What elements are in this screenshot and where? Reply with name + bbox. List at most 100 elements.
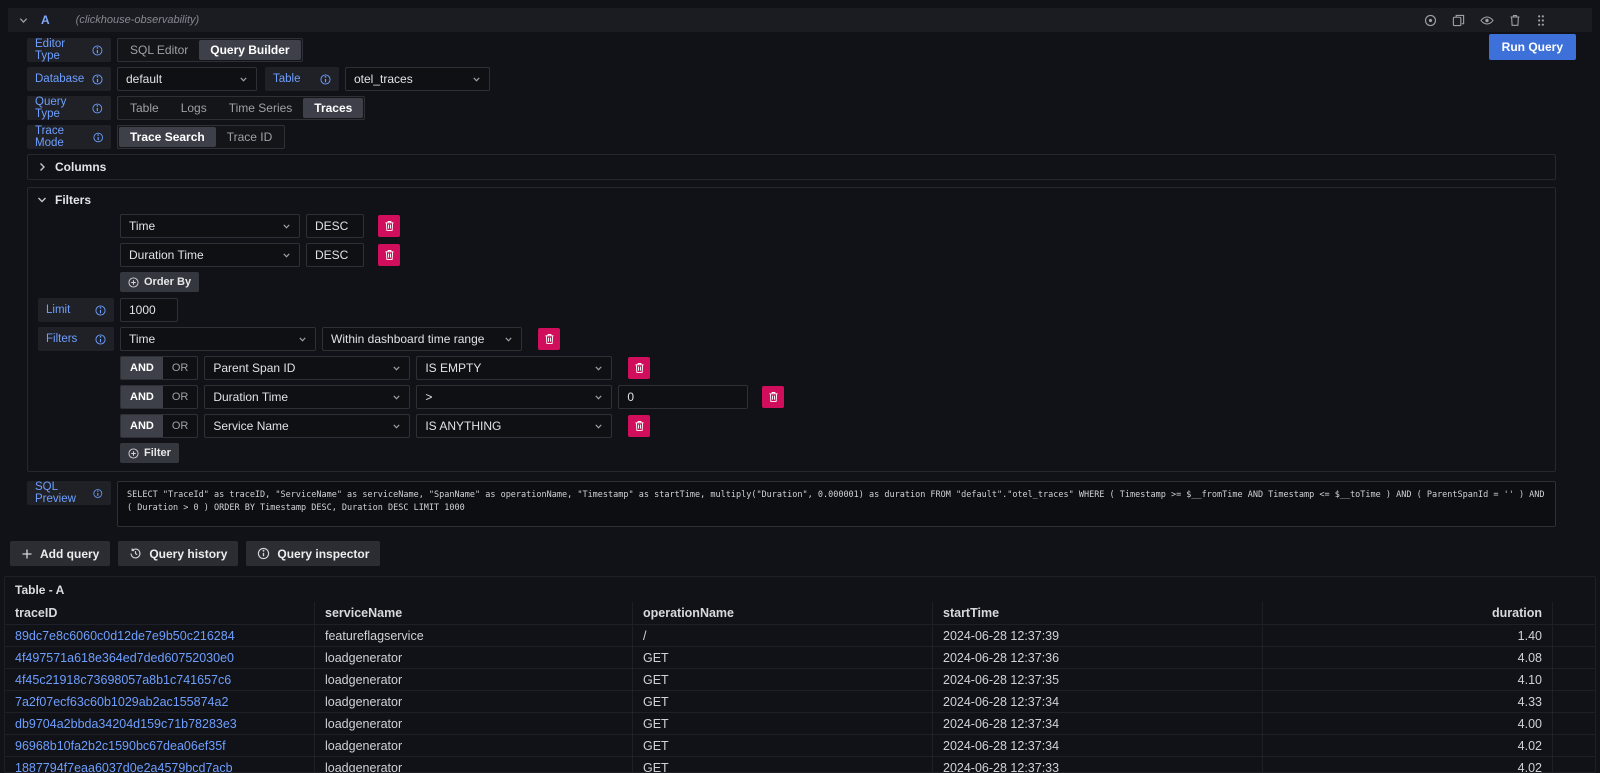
- order-by-field-select[interactable]: Time: [120, 214, 300, 238]
- trace-id-link[interactable]: 1887794f7eaa6037d0e2a4579bcd7acb: [15, 761, 233, 773]
- remove-filter-button[interactable]: [628, 357, 650, 379]
- info-icon: [95, 334, 106, 345]
- info-circle-icon: [257, 547, 270, 560]
- order-by-direction-select[interactable]: DESC: [306, 243, 364, 267]
- trash-icon: [544, 333, 555, 345]
- columns-section-header[interactable]: Columns: [28, 155, 1555, 179]
- time-filter-field-select[interactable]: Time: [120, 327, 316, 351]
- trace-id-link[interactable]: 4f45c21918c73698057a8b1c741657c6: [15, 673, 231, 687]
- info-icon: [320, 74, 331, 85]
- filter-field-select[interactable]: Service Name: [204, 414, 410, 438]
- column-header-starttime[interactable]: startTime: [933, 602, 1263, 624]
- segment-option[interactable]: SQL Editor: [119, 40, 199, 60]
- trace-id-link[interactable]: 89dc7e8c6060c0d12de7e9b50c216284: [15, 629, 235, 643]
- column-header-duration[interactable]: duration: [1263, 602, 1553, 624]
- remove-filter-button[interactable]: [628, 415, 650, 437]
- columns-section-title: Columns: [55, 160, 106, 174]
- circle-dot-icon[interactable]: [1424, 14, 1437, 27]
- segment-option[interactable]: Time Series: [218, 98, 304, 118]
- column-header-traceid[interactable]: traceID: [5, 602, 315, 624]
- add-query-button[interactable]: Add query: [10, 541, 110, 566]
- duration-cell: 4.00: [1263, 713, 1553, 735]
- remove-order-by-button[interactable]: [378, 244, 400, 266]
- sql-preview-label: SQL Preview: [27, 481, 111, 505]
- table-label: Table: [265, 67, 339, 91]
- filter-condition-row: AND OR Service Name IS ANYTHING: [38, 414, 1545, 438]
- segment-option[interactable]: Logs: [170, 98, 218, 118]
- limit-input[interactable]: [120, 298, 178, 322]
- chevron-down-icon: [239, 75, 248, 84]
- filter-operator-select[interactable]: IS EMPTY: [416, 356, 612, 380]
- and-or-toggle[interactable]: AND OR: [120, 385, 198, 409]
- drag-handle-icon[interactable]: [1536, 14, 1546, 27]
- segment-option[interactable]: Traces: [303, 98, 363, 118]
- query-footer: Add query Query history Query inspector: [8, 535, 1592, 566]
- remove-query-trash-icon[interactable]: [1509, 14, 1521, 27]
- trace-id-link[interactable]: 7a2f07ecf63c60b1029ab2ac155874a2: [15, 695, 228, 709]
- chevron-down-icon: [354, 222, 355, 231]
- chevron-down-icon: [282, 251, 291, 260]
- operation-name-cell: GET: [633, 757, 933, 773]
- start-time-cell: 2024-06-28 12:37:35: [933, 669, 1263, 691]
- filter-operator-select[interactable]: IS ANYTHING: [416, 414, 612, 438]
- columns-section: Columns: [27, 154, 1556, 180]
- operation-name-cell: GET: [633, 735, 933, 757]
- segment-option[interactable]: Trace Search: [119, 127, 216, 147]
- filters-section-header[interactable]: Filters: [28, 188, 1555, 212]
- operation-name-cell: GET: [633, 669, 933, 691]
- filter-field-select[interactable]: Parent Span ID: [204, 356, 410, 380]
- run-query-button[interactable]: Run Query: [1489, 34, 1576, 60]
- remove-time-filter-button[interactable]: [538, 328, 560, 350]
- remove-filter-button[interactable]: [762, 386, 784, 408]
- or-option[interactable]: OR: [163, 357, 198, 379]
- service-name-cell: loadgenerator: [315, 691, 633, 713]
- chevron-down-icon: [392, 364, 401, 373]
- table-row: 4f497571a618e364ed7ded60752030e0 loadgen…: [5, 646, 1595, 668]
- query-type-switch: TableLogsTime SeriesTraces: [117, 96, 365, 120]
- filters-section-title: Filters: [55, 193, 91, 207]
- chevron-down-icon: [392, 393, 401, 402]
- and-or-toggle[interactable]: AND OR: [120, 356, 198, 380]
- or-option[interactable]: OR: [163, 386, 198, 408]
- trace-id-link[interactable]: db9704a2bbda34204d159c71b78283e3: [15, 717, 237, 731]
- query-history-button[interactable]: Query history: [118, 541, 238, 566]
- filters-label-text: Filters: [46, 333, 77, 345]
- service-name-cell: loadgenerator: [315, 669, 633, 691]
- filter-operator-select[interactable]: >: [416, 385, 612, 409]
- trace-id-link[interactable]: 4f497571a618e364ed7ded60752030e0: [15, 651, 234, 665]
- time-filter-operator-select[interactable]: Within dashboard time range: [322, 327, 522, 351]
- filter-value-input[interactable]: 0: [618, 385, 748, 409]
- database-select[interactable]: default: [117, 67, 257, 91]
- chevron-down-icon: [282, 222, 291, 231]
- segment-option[interactable]: Query Builder: [199, 40, 300, 60]
- add-filter-button[interactable]: Filter: [120, 443, 179, 463]
- remove-order-by-button[interactable]: [378, 215, 400, 237]
- filter-field-select[interactable]: Duration Time: [204, 385, 410, 409]
- info-icon: [93, 488, 103, 499]
- and-option[interactable]: AND: [121, 415, 163, 437]
- order-by-direction-select[interactable]: DESC: [306, 214, 364, 238]
- hide-response-eye-icon[interactable]: [1480, 14, 1494, 27]
- column-header-operationname[interactable]: operationName: [633, 602, 933, 624]
- segment-option[interactable]: Table: [119, 98, 170, 118]
- collapse-query-icon[interactable]: [18, 15, 29, 26]
- and-or-toggle[interactable]: AND OR: [120, 414, 198, 438]
- segment-option[interactable]: Trace ID: [216, 127, 284, 147]
- or-option[interactable]: OR: [163, 415, 198, 437]
- and-option[interactable]: AND: [121, 357, 163, 379]
- duration-cell: 4.02: [1263, 735, 1553, 757]
- table-select[interactable]: otel_traces: [345, 67, 490, 91]
- add-order-by-button[interactable]: Order By: [120, 272, 199, 292]
- duplicate-query-icon[interactable]: [1452, 14, 1465, 27]
- service-name-cell: loadgenerator: [315, 647, 633, 669]
- order-by-field-select[interactable]: Duration Time: [120, 243, 300, 267]
- and-option[interactable]: AND: [121, 386, 163, 408]
- database-label: Database: [27, 67, 111, 91]
- trace-id-link[interactable]: 96968b10fa2b2c1590bc67dea06ef35f: [15, 739, 226, 753]
- database-label-text: Database: [35, 73, 84, 85]
- column-header-servicename[interactable]: serviceName: [315, 602, 633, 624]
- limit-label: Limit: [38, 298, 114, 322]
- query-inspector-button[interactable]: Query inspector: [246, 541, 380, 566]
- history-icon: [129, 547, 142, 560]
- query-row-header[interactable]: A (clickhouse-observability): [8, 8, 1592, 32]
